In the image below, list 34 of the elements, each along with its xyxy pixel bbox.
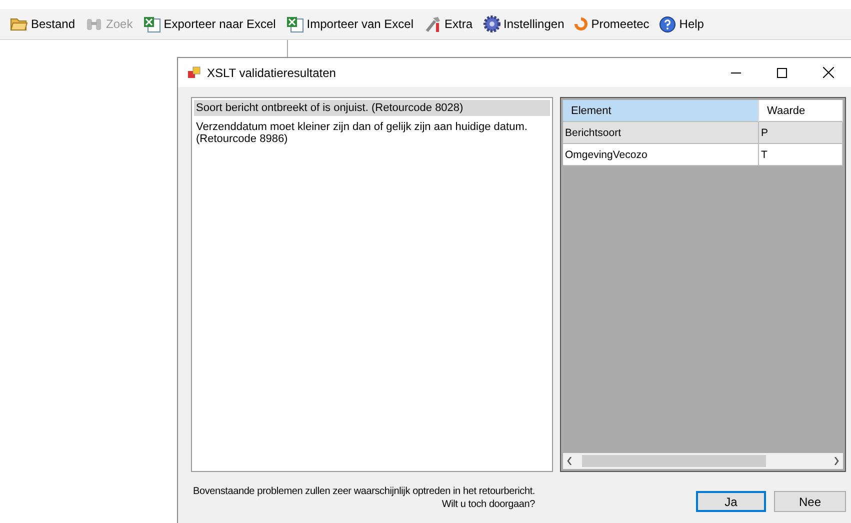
maximize-icon	[777, 68, 787, 78]
dialog-button[interactable]: Nee	[774, 491, 846, 512]
toolbar-button[interactable]: Promeetec	[574, 17, 650, 31]
table-cell: OmgevingVecozo	[563, 144, 759, 166]
toolbar-button[interactable]: Bestand	[10, 16, 76, 32]
toolbar-button[interactable]: Extra	[424, 16, 473, 32]
close-icon	[822, 67, 834, 78]
window-title: XSLT validatieresultaten	[207, 66, 337, 80]
app-icon	[188, 66, 201, 79]
toolbar-button[interactable]: Exporteer naar Excel	[142, 16, 276, 32]
chevron-right-icon[interactable]	[834, 457, 839, 465]
chevron-left-icon[interactable]	[567, 457, 572, 465]
dialog-button[interactable]: Ja	[696, 491, 766, 512]
footer-text: Bovenstaande problemen zullen zeer waarschijnlijk optreden in het retourbericht.	[193, 485, 535, 498]
footer-text: Wilt u toch doorgaan?	[442, 498, 535, 511]
table-cell: Berichtsoort	[563, 122, 759, 144]
spreadsheet-icon	[286, 16, 304, 32]
help-icon	[659, 16, 676, 32]
toolbar-button[interactable]: Instellingen	[482, 15, 564, 33]
spreadsheet-icon	[142, 16, 161, 32]
tools-icon	[424, 16, 442, 32]
gear-icon	[482, 15, 501, 33]
column-header[interactable]: Element	[563, 100, 759, 122]
folder-icon	[10, 16, 28, 32]
table-cell: T	[759, 144, 843, 166]
column-header[interactable]: Waarde	[759, 100, 843, 122]
binoculars-icon	[85, 16, 104, 32]
toolbar-button[interactable]: Importeer van Excel	[286, 16, 414, 32]
message-item[interactable]: Verzenddatum moet kleiner zijn dan of gelijk zijn aan huidige datum. (Retourcode 8986)	[194, 119, 550, 147]
horizontal-scrollbar[interactable]	[563, 453, 843, 469]
ring-icon	[574, 17, 588, 31]
table-cell: P	[759, 122, 843, 144]
toolbar-button[interactable]: Help	[659, 16, 704, 32]
message-item[interactable]: Soort bericht ontbreekt of is onjuist. (Retourcode 8028)	[194, 100, 550, 116]
